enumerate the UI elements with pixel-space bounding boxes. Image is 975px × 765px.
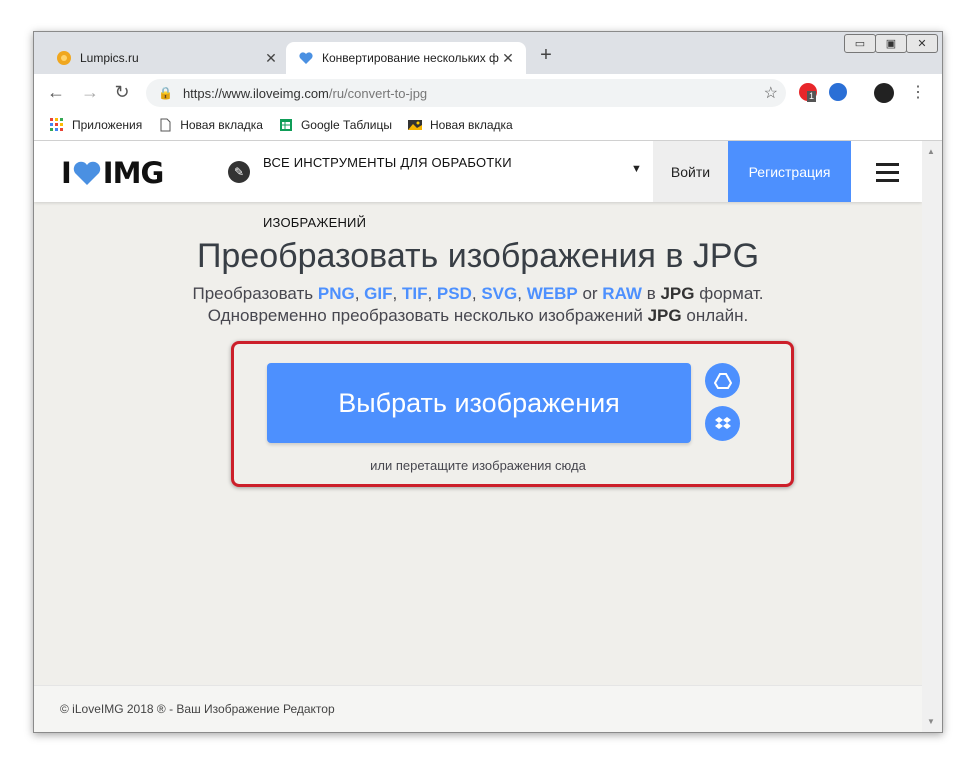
drive-glyph-icon (713, 372, 732, 389)
bookmark-label: Новая вкладка (180, 118, 263, 132)
bookmark-star-icon[interactable]: ☆ (764, 83, 778, 103)
new-tab-button[interactable]: + (534, 44, 558, 67)
bookmark-apps[interactable]: Приложения (50, 118, 142, 132)
dropbox-glyph-icon (714, 416, 731, 429)
apps-grid-icon (50, 118, 63, 131)
page-title: Преобразовать изображения в JPG (196, 237, 760, 275)
bookmark-new-tab-image[interactable]: Новая вкладка (407, 118, 513, 132)
dropbox-icon[interactable] (705, 406, 740, 441)
url-path: /ru/convert-to-jpg (328, 85, 428, 101)
page-icon (160, 118, 171, 132)
heart-favicon-icon (299, 52, 313, 64)
tab-lumpics[interactable]: Lumpics.ru ✕ (44, 42, 289, 74)
menu-icon[interactable]: ⋮ (906, 82, 930, 102)
copyright-text: © iLoveIMG 2018 ® - Ваш Изображение Реда… (60, 702, 335, 716)
bookmarks-bar: Приложения Новая вкладка Google Таблицы … (34, 110, 942, 141)
site-header: I IMG ✎ ВСЕ ИНСТРУМЕНТЫ ДЛЯ ОБРАБОТКИ ИЗ… (34, 141, 922, 230)
close-tab-icon[interactable]: ✕ (500, 50, 516, 67)
tab-iloveimg[interactable]: Конвертирование нескольких ф ✕ (286, 42, 526, 74)
heart-logo-icon (73, 161, 101, 185)
bookmark-new-tab[interactable]: Новая вкладка (158, 118, 263, 132)
back-button[interactable]: ← (44, 82, 68, 103)
format-tif: TIF (401, 284, 428, 303)
subtitle-text: Одновременно преобразовать несколько изо… (207, 306, 643, 325)
bookmark-label: Google Таблицы (300, 118, 392, 132)
format-png: PNG (317, 284, 355, 303)
logo-text-right: IMG (102, 156, 164, 190)
select-images-button[interactable]: Выбрать изображения (267, 363, 691, 443)
sheets-icon (279, 119, 292, 131)
lock-icon: 🔒 (158, 86, 173, 100)
scroll-up-icon[interactable]: ▲ (927, 147, 935, 156)
window-controls: ▭ ▣ ✕ (844, 34, 938, 53)
hamburger-menu-icon[interactable] (876, 163, 899, 187)
subtitle-text: or (582, 284, 598, 303)
register-button[interactable]: Регистрация (728, 141, 851, 202)
minimize-button[interactable]: ▭ (844, 34, 876, 53)
format-psd: PSD (436, 284, 472, 303)
subtitle-online: Одновременно преобразовать несколько изо… (34, 306, 922, 326)
subtitle-text: формат. (699, 284, 764, 303)
opera-extension-icon[interactable]: 1 (799, 83, 817, 102)
format-raw: RAW (602, 284, 642, 303)
browser-window: ▭ ▣ ✕ Lumpics.ru ✕ Конвертирование неско… (33, 31, 943, 733)
lumpics-favicon-icon (57, 51, 71, 65)
format-svg: SVG (481, 284, 518, 303)
close-window-button[interactable]: ✕ (906, 34, 938, 53)
bookmark-label: Приложения (72, 118, 143, 132)
tab-title: Lumpics.ru (80, 51, 139, 65)
format-jpg: JPG (647, 306, 682, 325)
address-bar[interactable]: 🔒 https://www.iloveimg.com/ru/convert-to… (146, 79, 786, 107)
format-webp: WEBP (526, 284, 578, 303)
drag-hint: или перетащите изображения сюда (370, 458, 586, 473)
chevron-down-icon[interactable]: ▼ (631, 163, 642, 175)
subtitle-formats: Преобразовать PNG, GIF, TIF, PSD, SVG, W… (192, 284, 764, 303)
avatar[interactable] (874, 83, 894, 103)
tab-title: Конвертирование нескольких ф (322, 51, 499, 65)
login-button[interactable]: Войти (653, 141, 728, 202)
extension-badge: 1 (807, 91, 817, 102)
google-drive-icon[interactable] (705, 363, 740, 398)
url-host: https://www.iloveimg.com (182, 85, 329, 101)
globe-extension-icon[interactable] (829, 83, 847, 101)
browser-toolbar: ← → ↻ 🔒 https://www.iloveimg.com/ru/conv… (34, 74, 942, 110)
wrench-icon: ✎ (228, 161, 250, 183)
scroll-down-icon[interactable]: ▼ (927, 717, 935, 726)
format-jpg: JPG (660, 284, 695, 303)
scrollbar[interactable]: ▲ ▼ (922, 141, 942, 732)
iloveimg-logo[interactable]: I IMG (61, 156, 164, 190)
subtitle-text: Преобразовать (192, 284, 314, 303)
reload-button[interactable]: ↻ (110, 82, 134, 103)
page-content: I IMG ✎ ВСЕ ИНСТРУМЕНТЫ ДЛЯ ОБРАБОТКИ ИЗ… (34, 141, 922, 732)
logo-text-left: I (61, 156, 72, 190)
site-footer: © iLoveIMG 2018 ® - Ваш Изображение Реда… (34, 685, 922, 732)
close-tab-icon[interactable]: ✕ (263, 50, 279, 67)
bookmark-google-sheets[interactable]: Google Таблицы (279, 118, 392, 132)
image-icon (407, 120, 422, 130)
forward-button[interactable]: → (78, 82, 102, 103)
subtitle-text: в (646, 284, 656, 303)
subtitle-text: онлайн. (686, 306, 749, 325)
bookmark-label: Новая вкладка (429, 118, 513, 132)
format-gif: GIF (364, 284, 393, 303)
maximize-button[interactable]: ▣ (875, 34, 907, 53)
